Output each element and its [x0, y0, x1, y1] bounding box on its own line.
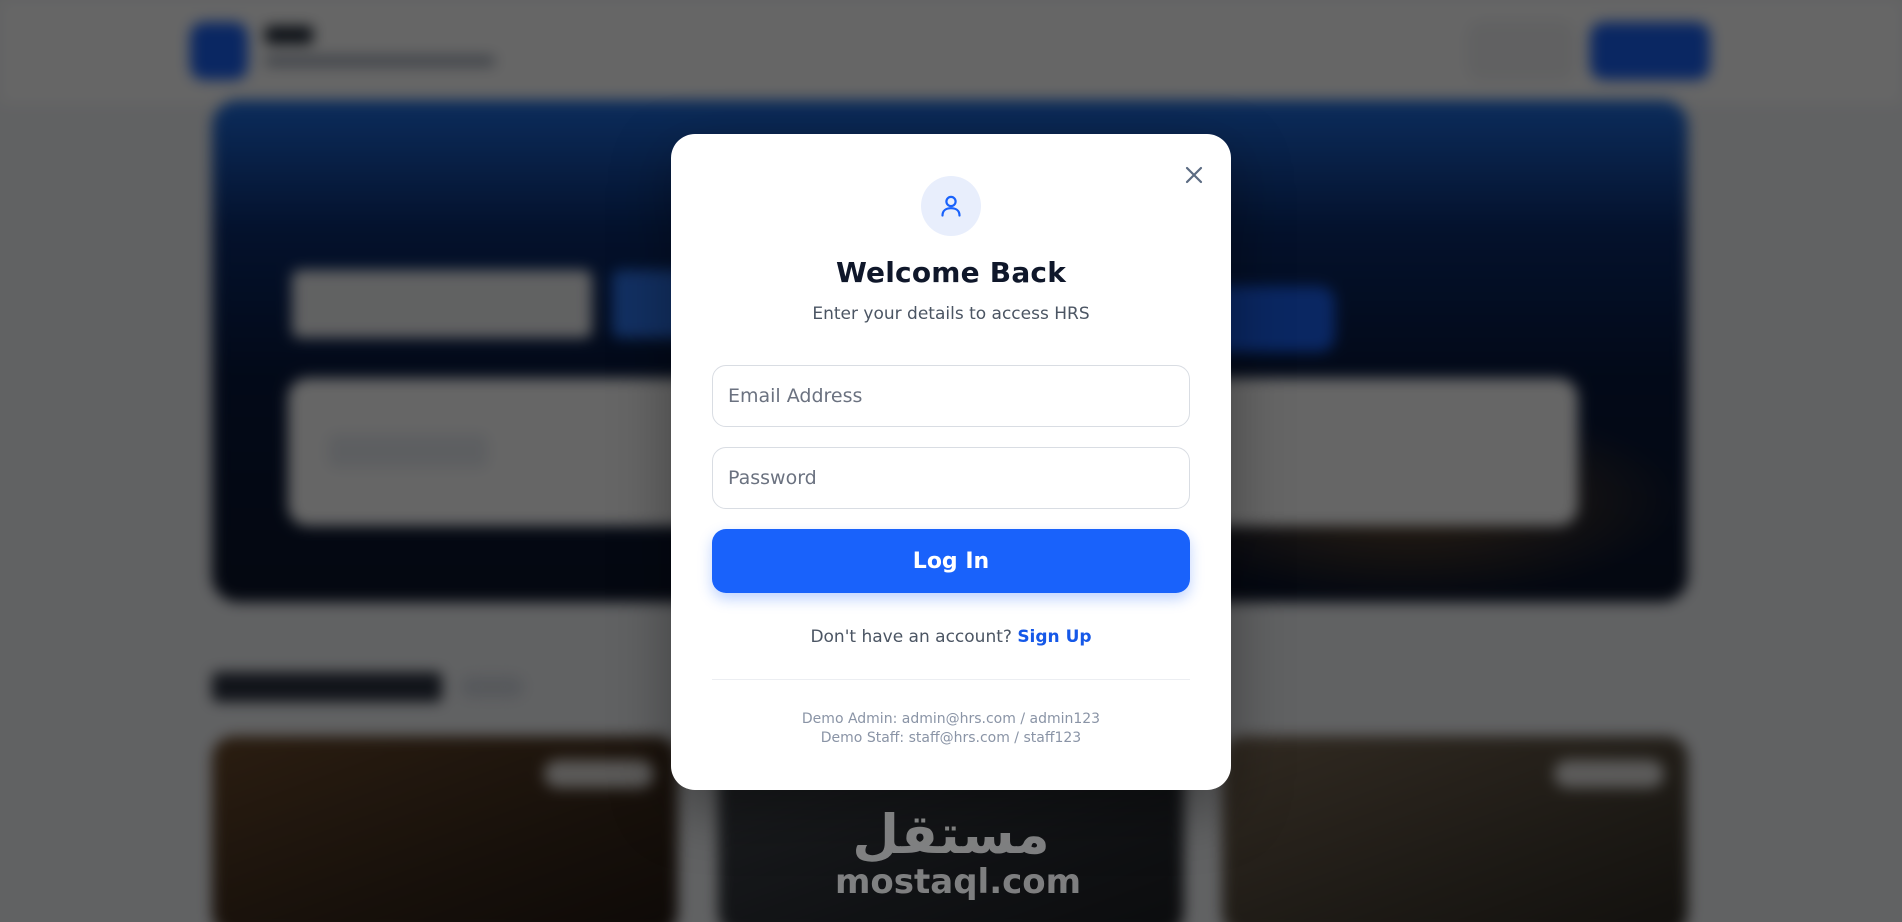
signup-prompt-text: Don't have an account?: [810, 627, 1012, 647]
user-icon: [941, 195, 961, 217]
modal-subtitle: Enter your details to access HRS: [812, 304, 1090, 324]
modal-title: Welcome Back: [835, 256, 1067, 289]
close-icon: [1185, 166, 1203, 184]
divider: [712, 679, 1190, 680]
password-field[interactable]: [712, 447, 1190, 509]
demo-staff-credentials: Demo Staff: staff@hrs.com / staff123: [820, 730, 1082, 746]
login-button[interactable]: Log In: [712, 529, 1190, 593]
demo-admin-credentials: Demo Admin: admin@hrs.com / admin123: [801, 711, 1101, 727]
login-modal: Welcome Back Enter your details to acces…: [671, 134, 1231, 790]
close-button[interactable]: [1179, 160, 1209, 190]
avatar: [921, 176, 981, 236]
signup-link[interactable]: Sign Up: [1017, 627, 1091, 647]
signup-prompt-line: Don't have an account? Sign Up: [671, 627, 1231, 647]
email-field[interactable]: [712, 365, 1190, 427]
